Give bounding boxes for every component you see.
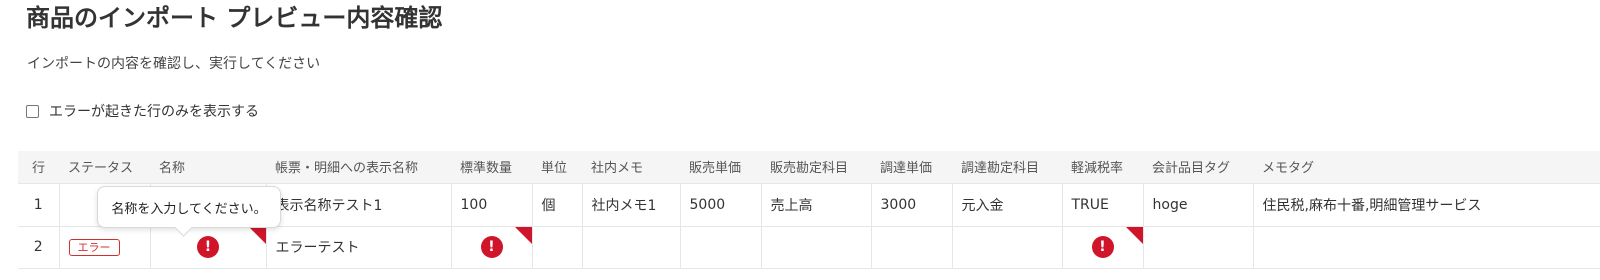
- header-item-tag: 会計品目タグ: [1143, 151, 1253, 183]
- error-icon[interactable]: !: [1091, 236, 1114, 258]
- sale-account-cell: [760, 225, 871, 269]
- unit-cell: 個: [531, 182, 582, 227]
- error-only-label: エラーが起きた行のみを表示する: [49, 104, 259, 120]
- internal-memo-cell: 社内メモ1: [581, 182, 680, 227]
- quantity-cell: 100: [450, 182, 532, 227]
- header-unit: 単位: [532, 151, 582, 183]
- page-title: 商品のインポート プレビュー内容確認: [26, 4, 443, 32]
- purchase-price-cell: [870, 225, 952, 269]
- memo-tag-cell: [1252, 225, 1600, 269]
- header-display-name: 帳票・明細への表示名称: [266, 151, 451, 183]
- purchase-price-cell: 3000: [870, 182, 952, 227]
- header-row-number: 行: [18, 151, 59, 183]
- sale-account-cell: 売上高: [760, 182, 871, 227]
- header-standard-quantity: 標準数量: [451, 151, 532, 183]
- header-purchase-price: 調達単価: [871, 151, 952, 183]
- error-only-filter[interactable]: エラーが起きた行のみを表示する: [26, 101, 259, 121]
- page-subtitle: インポートの内容を確認し、実行してください: [27, 56, 321, 72]
- header-sale-account: 販売勘定科目: [761, 151, 871, 183]
- purchase-account-cell: 元入金: [951, 182, 1062, 227]
- sale-price-cell: 5000: [679, 182, 761, 227]
- error-icon[interactable]: !: [197, 236, 219, 258]
- header-status: ステータス: [59, 151, 150, 183]
- error-tooltip-text: 名称を入力してください。: [111, 201, 267, 217]
- table-header-row: 行 ステータス 名称 帳票・明細への表示名称 標準数量 単位 社内メモ 販売単価…: [18, 151, 1600, 183]
- internal-memo-cell: [581, 225, 680, 269]
- name-cell-error[interactable]: !: [149, 225, 266, 269]
- row-number-cell: 1: [18, 182, 59, 227]
- purchase-account-cell: [951, 225, 1062, 269]
- item-tag-cell: [1142, 225, 1253, 269]
- error-corner-marker: [1125, 226, 1143, 244]
- header-sale-price: 販売単価: [680, 151, 761, 183]
- reduced-tax-cell-error[interactable]: !: [1061, 225, 1143, 269]
- display-name-cell: エラーテスト: [265, 225, 451, 269]
- error-icon[interactable]: !: [480, 236, 503, 258]
- row-number-cell: 2: [18, 225, 59, 269]
- sale-price-cell: [679, 225, 761, 269]
- header-reduced-tax: 軽減税率: [1062, 151, 1143, 183]
- reduced-tax-cell: TRUE: [1061, 182, 1143, 227]
- item-tag-cell: hoge: [1142, 182, 1253, 227]
- unit-cell: [531, 225, 582, 269]
- status-cell: エラー: [58, 225, 150, 269]
- quantity-cell-error[interactable]: !: [450, 225, 532, 269]
- error-tooltip: 名称を入力してください。: [97, 186, 281, 237]
- table-row: 2 エラー ! エラーテスト ! !: [18, 225, 1600, 269]
- header-purchase-account: 調達勘定科目: [952, 151, 1062, 183]
- header-name: 名称: [150, 151, 266, 183]
- display-name-cell: 表示名称テスト1: [265, 182, 451, 227]
- memo-tag-cell: 住民税,麻布十番,明細管理サービス: [1252, 182, 1600, 227]
- error-corner-marker: [248, 226, 266, 244]
- header-internal-memo: 社内メモ: [582, 151, 680, 183]
- header-memo-tag: メモタグ: [1253, 151, 1600, 183]
- error-corner-marker: [514, 226, 532, 244]
- error-status-badge: エラー: [68, 238, 120, 256]
- error-only-checkbox[interactable]: [26, 104, 39, 118]
